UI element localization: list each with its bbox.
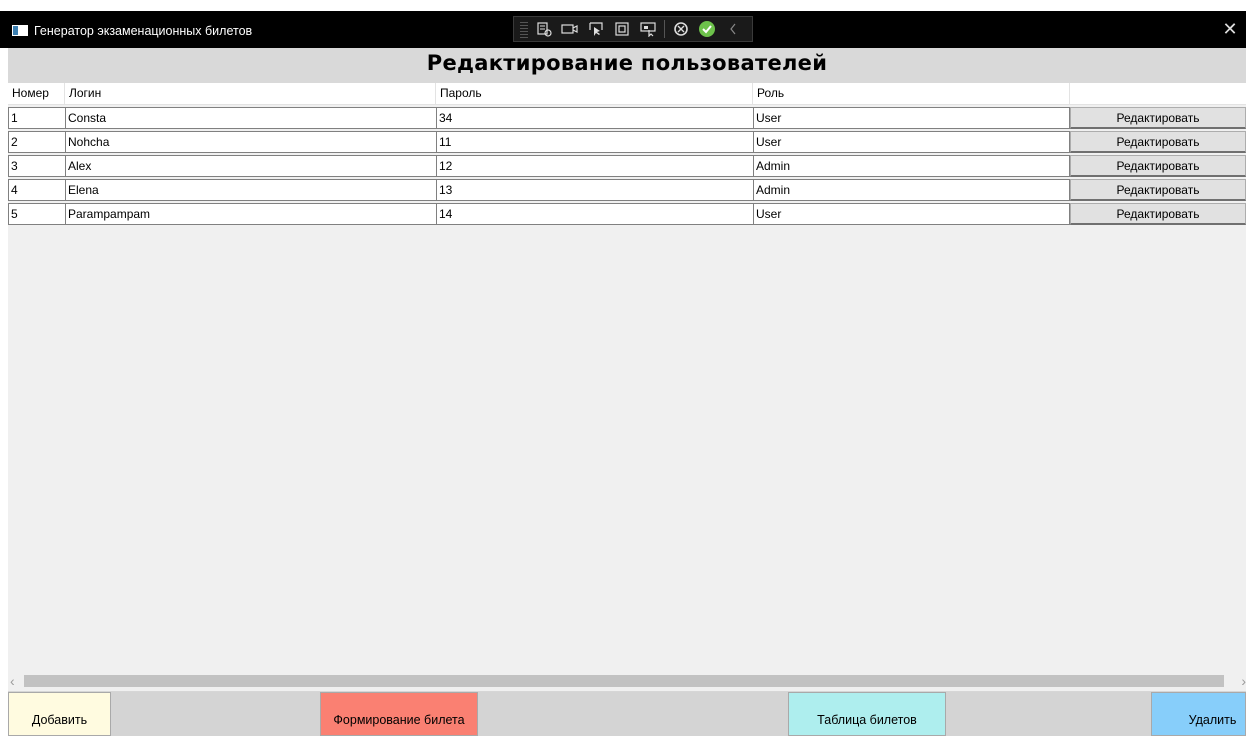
cell-password[interactable]: 11 [436,131,753,153]
ticket-table-button[interactable]: Таблица билетов [788,692,946,736]
video-record-icon[interactable] [560,20,580,38]
cell-password[interactable]: 14 [436,203,753,225]
track-focus-icon[interactable] [638,20,658,38]
column-header-actions [1070,83,1246,104]
cell-role[interactable]: Admin [753,155,1070,177]
edit-button[interactable]: Редактировать [1070,107,1246,129]
delete-button[interactable]: Удалить [1151,692,1246,736]
select-element-icon[interactable] [586,20,606,38]
screen-top-edge [0,0,1246,11]
scroll-left-icon[interactable]: ‹ [10,673,15,689]
cell-password[interactable]: 13 [436,179,753,201]
scroll-right-icon[interactable]: › [1241,673,1246,689]
page-title: Редактирование пользователей [8,48,1246,83]
column-header-password[interactable]: Пароль [436,83,753,104]
cell-password[interactable]: 34 [436,107,753,129]
cell-number[interactable]: 4 [8,179,65,201]
cell-password[interactable]: 12 [436,155,753,177]
column-header-number[interactable]: Номер [8,83,65,104]
toolbar-grip-icon[interactable] [520,20,528,38]
window-content: Редактирование пользователей Номер Логин… [8,48,1246,736]
app-window-icon [12,25,28,36]
window-title: Генератор экзаменационных билетов [34,24,253,38]
window-titlebar: Генератор экзаменационных билетов ✕ [0,11,1246,48]
cell-login[interactable]: Nohcha [65,131,436,153]
table-row[interactable]: 3 Alex 12 Admin Редактировать [8,155,1246,177]
table-row[interactable]: 5 Parampampam 14 User Редактировать [8,203,1246,225]
edit-button[interactable]: Редактировать [1070,131,1246,153]
display-layout-adorners-icon[interactable] [612,20,632,38]
hot-reload-icon[interactable] [671,20,691,38]
table-row[interactable]: 4 Elena 13 Admin Редактировать [8,179,1246,201]
close-icon[interactable]: ✕ [1220,19,1240,39]
users-table: Номер Логин Пароль Роль 1 Consta 34 User… [8,83,1246,225]
table-row[interactable]: 1 Consta 34 User Редактировать [8,107,1246,129]
horizontal-scrollbar[interactable]: ‹ › [8,672,1246,692]
column-header-role[interactable]: Роль [753,83,1070,104]
collapse-toolbar-icon[interactable] [723,20,743,38]
xaml-debug-toolbar [513,16,753,42]
live-visual-tree-icon[interactable] [534,20,554,38]
table-row[interactable]: 2 Nohcha 11 User Редактировать [8,131,1246,153]
table-header: Номер Логин Пароль Роль [8,83,1246,105]
cell-number[interactable]: 3 [8,155,65,177]
cell-role[interactable]: User [753,131,1070,153]
scrollbar-thumb[interactable] [24,675,1224,687]
bottom-toolbar: Добавить Формирование билета Таблица бил… [8,692,1246,736]
cell-login[interactable]: Elena [65,179,436,201]
cell-role[interactable]: Admin [753,179,1070,201]
cell-number[interactable]: 5 [8,203,65,225]
cell-login[interactable]: Parampampam [65,203,436,225]
cell-number[interactable]: 2 [8,131,65,153]
cell-login[interactable]: Consta [65,107,436,129]
ticket-form-button[interactable]: Формирование билета [320,692,478,736]
toolbar-separator [664,20,665,38]
edit-button[interactable]: Редактировать [1070,203,1246,225]
edit-button[interactable]: Редактировать [1070,155,1246,177]
binding-ok-icon[interactable] [697,20,717,38]
add-button[interactable]: Добавить [8,692,111,736]
cell-number[interactable]: 1 [8,107,65,129]
cell-login[interactable]: Alex [65,155,436,177]
cell-role[interactable]: User [753,107,1070,129]
column-header-login[interactable]: Логин [65,83,436,104]
edit-button[interactable]: Редактировать [1070,179,1246,201]
cell-role[interactable]: User [753,203,1070,225]
